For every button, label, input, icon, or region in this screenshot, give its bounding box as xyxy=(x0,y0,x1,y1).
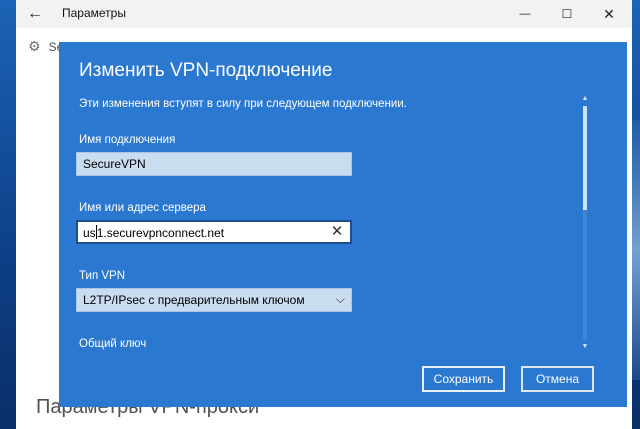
minimize-icon: — xyxy=(519,8,531,20)
connection-name-value: SecureVPN xyxy=(83,157,146,171)
save-button[interactable]: Сохранить xyxy=(422,366,505,392)
connection-name-label: Имя подключения xyxy=(79,134,176,146)
dialog-scrollbar[interactable]: ▲ ▼ xyxy=(580,94,590,352)
title-bar: ← Параметры — ☐ ✕ xyxy=(16,0,632,28)
vpn-type-selected: L2TP/IPsec с предварительным ключом xyxy=(83,293,305,307)
scroll-down-icon[interactable]: ▼ xyxy=(580,342,590,352)
server-value-after-caret: 1.securevpnconnect.net xyxy=(96,226,225,240)
vpn-type-select[interactable]: L2TP/IPsec с предварительным ключом ⌵ xyxy=(76,288,352,312)
dialog-subtitle: Эти изменения вступят в силу при следующ… xyxy=(79,98,407,110)
minimize-button[interactable]: — xyxy=(506,0,544,28)
maximize-button[interactable]: ☐ xyxy=(548,0,586,28)
server-value-before-caret: us xyxy=(83,226,96,240)
close-icon: ✕ xyxy=(603,5,615,22)
cancel-button[interactable]: Отмена xyxy=(521,366,594,392)
edit-vpn-dialog: Изменить VPN-подключение Эти изменения в… xyxy=(59,42,627,407)
vpn-type-label: Тип VPN xyxy=(79,270,126,282)
dialog-title: Изменить VPN-подключение xyxy=(79,60,333,81)
chevron-down-icon: ⌵ xyxy=(335,292,345,306)
maximize-icon: ☐ xyxy=(561,7,573,21)
close-button[interactable]: ✕ xyxy=(590,0,628,28)
window-title: Параметры xyxy=(62,6,126,20)
back-button[interactable]: ← xyxy=(18,0,52,28)
server-address-input[interactable]: us1.securevpnconnect.net ✕ xyxy=(76,220,352,244)
back-arrow-icon: ← xyxy=(27,5,43,22)
connection-name-input[interactable]: SecureVPN xyxy=(76,152,352,176)
settings-window: ← Параметры — ☐ ✕ ⚙ SecureVPN Параметры … xyxy=(16,0,632,429)
scroll-up-icon[interactable]: ▲ xyxy=(580,94,590,104)
shared-key-label: Общий ключ xyxy=(79,338,147,350)
scrollbar-thumb[interactable] xyxy=(583,106,587,210)
server-address-label: Имя или адрес сервера xyxy=(79,202,206,214)
clear-text-icon[interactable]: ✕ xyxy=(328,223,346,241)
